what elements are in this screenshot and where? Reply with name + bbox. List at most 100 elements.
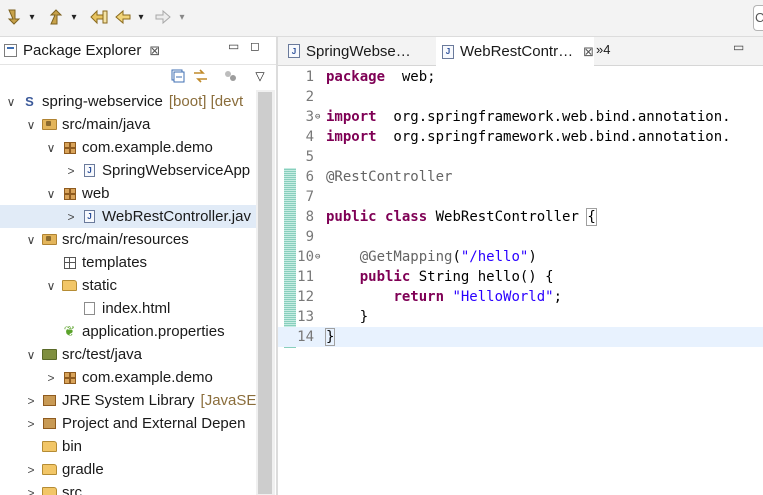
- forward-icon[interactable]: [153, 6, 173, 28]
- package-icon: [62, 370, 77, 385]
- tree-item[interactable]: ∨ src/main/java: [0, 113, 256, 136]
- quick-access-search[interactable]: C: [753, 5, 763, 31]
- maximize-view-icon[interactable]: ◻: [250, 39, 260, 53]
- tree-item[interactable]: > com.example.demo: [0, 366, 256, 389]
- last-edit-location-icon[interactable]: [88, 6, 110, 28]
- tree-item[interactable]: ∨ src/main/resources: [0, 228, 256, 251]
- next-annotation-icon[interactable]: [4, 6, 24, 28]
- forward-dropdown[interactable]: ▾: [176, 6, 188, 28]
- tree-item[interactable]: templates: [0, 251, 256, 274]
- tree-item[interactable]: ∨ static: [0, 274, 256, 297]
- expand-chevron-icon[interactable]: ∨: [44, 141, 58, 155]
- back-dropdown[interactable]: ▾: [135, 6, 147, 28]
- code-text: public String hello() {: [326, 267, 554, 287]
- tree-item[interactable]: ∨ src/test/java: [0, 343, 256, 366]
- code-line[interactable]: 8 public class WebRestController {: [278, 207, 763, 227]
- expand-chevron-icon[interactable]: ∨: [4, 95, 18, 109]
- empty-package-icon: [62, 255, 77, 270]
- tree-item[interactable]: > src: [0, 481, 256, 495]
- collapse-all-icon[interactable]: [170, 68, 186, 84]
- expand-chevron-icon[interactable]: ∨: [44, 187, 58, 201]
- library-icon: [42, 416, 57, 431]
- keyword-token: package: [326, 69, 386, 85]
- tree-item[interactable]: bin: [0, 435, 256, 458]
- previous-annotation-dropdown[interactable]: ▾: [68, 6, 80, 28]
- html-file-icon: [82, 301, 97, 316]
- minimize-editor-icon[interactable]: ▭: [733, 40, 744, 54]
- code-line[interactable]: 1 package web;: [278, 67, 763, 87]
- keyword-token: import: [326, 109, 377, 125]
- tree-item-label: src/main/resources: [62, 231, 189, 248]
- tree-scrollbar[interactable]: [256, 90, 275, 495]
- code-token: org.springframework.web.bind.annotation.: [376, 109, 731, 125]
- tree-scrollbar-thumb[interactable]: [258, 92, 272, 494]
- folder-icon: [62, 278, 77, 293]
- package-explorer-view: Package Explorer ⊠ ▭ ◻ ▽ ∨ Sspring-webser…: [0, 37, 276, 495]
- tree-item[interactable]: > J WebRestController.jav: [0, 205, 256, 228]
- editor-tab-webrestcontroller[interactable]: J WebRestContr… ⊠: [436, 37, 594, 66]
- editor-overflow-button[interactable]: »4: [596, 42, 610, 57]
- code-token: (: [452, 249, 461, 265]
- fold-collapse-icon[interactable]: ⊖: [315, 247, 320, 267]
- editor-tab-label: SpringWebse…: [306, 42, 411, 60]
- tree-item[interactable]: ∨ com.example.demo: [0, 136, 256, 159]
- tree-item-label: JRE System Library: [62, 392, 195, 409]
- previous-annotation-icon[interactable]: [46, 6, 66, 28]
- tree-item[interactable]: > JRE System Library [JavaSE-1: [0, 389, 256, 412]
- code-line[interactable]: 13 }: [278, 307, 763, 327]
- tree-item[interactable]: > gradle: [0, 458, 256, 481]
- close-editor-icon[interactable]: ⊠: [583, 44, 594, 60]
- tree-item[interactable]: ∨ Sspring-webservice [boot] [devt: [0, 90, 256, 113]
- collapse-chevron-icon[interactable]: >: [24, 394, 38, 408]
- collapse-chevron-icon[interactable]: >: [44, 371, 58, 385]
- code-line[interactable]: 7: [278, 187, 763, 207]
- tree-item[interactable]: ∨ web: [0, 182, 256, 205]
- code-line[interactable]: 11 public String hello() {: [278, 267, 763, 287]
- keyword-token: class: [385, 209, 428, 225]
- code-line[interactable]: 14}: [278, 327, 763, 347]
- editor-tab-springwebservice[interactable]: J SpringWebse…: [282, 37, 438, 65]
- collapse-chevron-icon[interactable]: >: [64, 164, 78, 178]
- code-text: return "HelloWorld";: [326, 287, 562, 307]
- expand-chevron-icon[interactable]: ∨: [24, 118, 38, 132]
- view-menu-icon[interactable]: ▽: [252, 68, 268, 84]
- code-token: ): [528, 249, 537, 265]
- java-editor: J SpringWebse… J WebRestContr… ⊠ »4 ▭ 1p…: [278, 37, 763, 495]
- collapse-chevron-icon[interactable]: >: [24, 463, 38, 477]
- next-annotation-dropdown[interactable]: ▾: [26, 6, 38, 28]
- folder-icon: [42, 485, 57, 495]
- code-line[interactable]: 3 ⊖ import org.springframework.web.bind.an…: [278, 107, 763, 127]
- focus-active-task-icon[interactable]: [222, 68, 238, 84]
- link-with-editor-icon[interactable]: [192, 68, 208, 84]
- expand-chevron-icon[interactable]: ∨: [44, 279, 58, 293]
- package-explorer-tab[interactable]: Package Explorer ⊠: [0, 37, 160, 64]
- minimize-view-icon[interactable]: ▭: [228, 39, 239, 53]
- tree-item[interactable]: > J SpringWebserviceApp: [0, 159, 256, 182]
- expand-chevron-icon[interactable]: ∨: [24, 348, 38, 362]
- collapse-chevron-icon[interactable]: >: [24, 486, 38, 495]
- code-line[interactable]: 6 @RestController: [278, 167, 763, 187]
- tree-item[interactable]: ❦ application.properties: [0, 320, 256, 343]
- line-number: 5: [305, 149, 314, 165]
- expand-chevron-icon[interactable]: ∨: [24, 233, 38, 247]
- code-line[interactable]: 2: [278, 87, 763, 107]
- back-icon[interactable]: [113, 6, 133, 28]
- java-file-icon: J: [82, 209, 97, 224]
- collapse-chevron-icon[interactable]: >: [24, 417, 38, 431]
- tree-item[interactable]: > Project and External Depen: [0, 412, 256, 435]
- code-line[interactable]: 12 return "HelloWorld";: [278, 287, 763, 307]
- collapse-chevron-icon[interactable]: >: [64, 210, 78, 224]
- code-line[interactable]: 4 import org.springframework.web.bind.ann…: [278, 127, 763, 147]
- code-line[interactable]: 10 ⊖ @GetMapping("/hello"): [278, 247, 763, 267]
- line-number: 13: [297, 309, 314, 325]
- java-file-icon: J: [442, 44, 454, 59]
- editor-tabbar: J SpringWebse… J WebRestContr… ⊠ »4 ▭: [278, 37, 763, 66]
- fold-collapse-icon[interactable]: ⊖: [315, 107, 320, 127]
- code-token: String hello() {: [410, 269, 554, 285]
- code-line[interactable]: 9: [278, 227, 763, 247]
- close-view-icon[interactable]: ⊠: [149, 43, 160, 59]
- tree-item[interactable]: index.html: [0, 297, 256, 320]
- code-line[interactable]: 5: [278, 147, 763, 167]
